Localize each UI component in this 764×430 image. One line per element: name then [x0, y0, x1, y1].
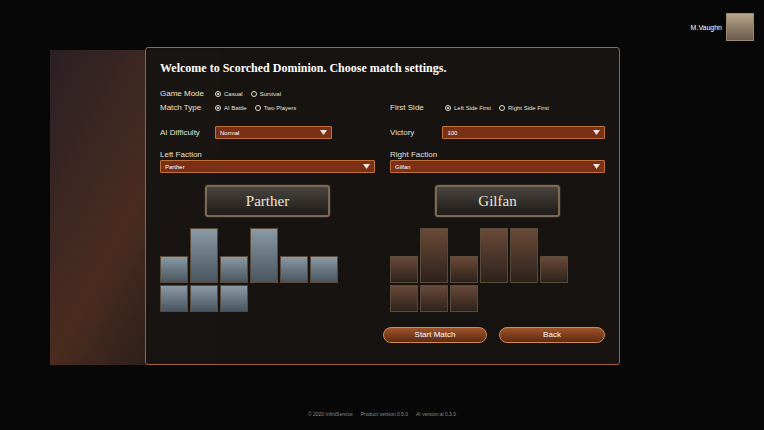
character-portrait[interactable]: [390, 256, 418, 283]
settings-panel: Welcome to Scorched Dominion. Choose mat…: [145, 47, 620, 365]
menu-button[interactable]: Back: [499, 327, 605, 343]
character-portrait[interactable]: [450, 285, 478, 312]
setting-row: AI DifficultyNormal: [160, 126, 375, 139]
chevron-down-icon: [363, 164, 370, 169]
setting-label: Victory: [390, 129, 442, 137]
radio-option[interactable]: Survival: [251, 91, 281, 97]
radio-row: First SideLeft Side First Right Side Firs…: [390, 101, 605, 115]
chevron-down-icon: [320, 130, 327, 135]
setting-label: Match Type: [160, 104, 215, 112]
radio-option[interactable]: AI Battle: [215, 105, 247, 111]
radio-icon[interactable]: [255, 105, 261, 111]
user-avatar[interactable]: [726, 13, 754, 41]
radio-icon[interactable]: [215, 91, 221, 97]
character-portrait[interactable]: [510, 228, 538, 283]
radio-option[interactable]: Left Side First: [445, 105, 491, 111]
user-badge[interactable]: M.Vaughn: [691, 13, 754, 41]
setting-label: First Side: [390, 104, 445, 112]
faction-banner: Gilfan: [435, 185, 560, 217]
character-portrait[interactable]: [250, 228, 278, 283]
character-portrait[interactable]: [450, 256, 478, 283]
radio-option[interactable]: Right Side First: [499, 105, 549, 111]
radio-icon[interactable]: [445, 105, 451, 111]
faction-section: Right FactionGilfanGilfan: [390, 151, 605, 312]
setting-label: Game Mode: [160, 90, 215, 98]
faction-section: Left FactionPartherParther: [160, 151, 375, 312]
portrait-grid: [160, 228, 375, 312]
faction-label: Right Faction: [390, 151, 605, 159]
game-screen: M.Vaughn Welcome to Scorched Dominion. Ch…: [0, 0, 764, 430]
button-row: Start Match Back: [160, 327, 605, 343]
character-portrait[interactable]: [280, 256, 308, 283]
chevron-down-icon: [593, 164, 600, 169]
footer: © 2020 InfiniServiceProduct version:0.5.…: [0, 412, 764, 430]
character-portrait[interactable]: [540, 256, 568, 283]
character-portrait[interactable]: [220, 256, 248, 283]
character-portrait[interactable]: [420, 228, 448, 283]
dropdown[interactable]: Normal: [215, 126, 332, 139]
dropdown[interactable]: Parther: [160, 160, 375, 173]
menu-button[interactable]: Start Match: [383, 327, 487, 343]
character-portrait[interactable]: [160, 285, 188, 312]
faction-label: Left Faction: [160, 151, 375, 159]
character-portrait[interactable]: [390, 285, 418, 312]
character-portrait[interactable]: [190, 228, 218, 283]
character-portrait[interactable]: [310, 256, 338, 283]
dropdown[interactable]: 100: [442, 126, 605, 139]
faction-banner: Parther: [205, 185, 330, 217]
radio-option[interactable]: Casual: [215, 91, 243, 97]
character-portrait[interactable]: [160, 256, 188, 283]
panel-title: Welcome to Scorched Dominion. Choose mat…: [160, 62, 605, 74]
radio-option[interactable]: Two Players: [255, 105, 297, 111]
chevron-down-icon: [593, 130, 600, 135]
radio-row: Game ModeCasual Survival: [160, 87, 375, 101]
character-portrait[interactable]: [190, 285, 218, 312]
radio-icon[interactable]: [215, 105, 221, 111]
dropdown[interactable]: Gilfan: [390, 160, 605, 173]
radio-row: Match TypeAI Battle Two Players: [160, 101, 375, 115]
user-name: M.Vaughn: [691, 24, 722, 31]
character-portrait[interactable]: [220, 285, 248, 312]
radio-icon[interactable]: [499, 105, 505, 111]
setting-row: Victory100: [390, 126, 605, 139]
character-portrait[interactable]: [480, 228, 508, 283]
character-portrait[interactable]: [420, 285, 448, 312]
portrait-grid: [390, 228, 605, 312]
setting-label: AI Difficulty: [160, 129, 215, 137]
radio-icon[interactable]: [251, 91, 257, 97]
